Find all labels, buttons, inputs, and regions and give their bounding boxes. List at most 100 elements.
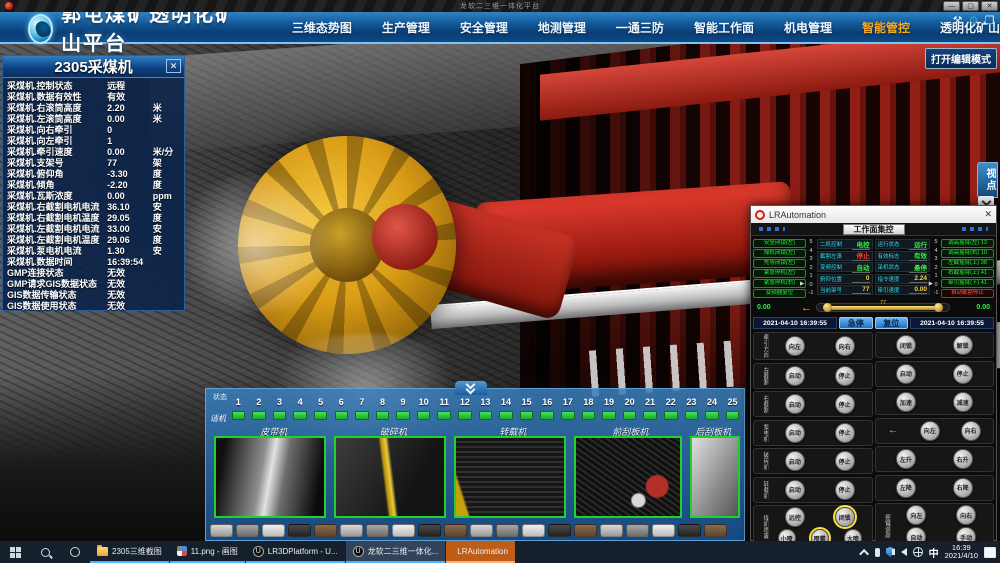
lr-control-button[interactable]: 调高摇臂(右) 10: [941, 249, 994, 258]
round-control-button[interactable]: 解锁: [953, 335, 973, 355]
channel-status-square[interactable]: [685, 411, 699, 420]
channel-status-square[interactable]: [726, 411, 740, 420]
close-button[interactable]: ✕: [981, 1, 998, 11]
channel-status-square[interactable]: [520, 411, 534, 420]
taskbar-task[interactable]: LRAutomation: [446, 541, 515, 563]
round-control-button[interactable]: 向左: [785, 336, 805, 356]
tray-network-icon[interactable]: [913, 547, 923, 557]
filmstrip-thumbnail[interactable]: [340, 524, 363, 537]
round-control-button[interactable]: 停止: [835, 451, 855, 471]
round-control-button[interactable]: 启动: [785, 394, 805, 414]
tray-usb-icon[interactable]: [875, 548, 880, 557]
filmstrip-thumbnail[interactable]: [210, 524, 233, 537]
nav-item[interactable]: 智能工作面: [694, 19, 754, 36]
round-control-button[interactable]: 左升: [896, 449, 916, 469]
lr-control-button[interactable]: 左截摇臂(上) 38: [941, 259, 994, 268]
filmstrip-thumbnail[interactable]: [652, 524, 675, 537]
filmstrip-thumbnail[interactable]: [626, 524, 649, 537]
shearer-position-slider[interactable]: 77: [816, 303, 950, 312]
filmstrip-thumbnail[interactable]: [444, 524, 467, 537]
channel-status-square[interactable]: [664, 411, 678, 420]
channel-status-square[interactable]: [396, 411, 410, 420]
channel-status-square[interactable]: [314, 411, 328, 420]
channel-status-square[interactable]: [582, 411, 596, 420]
channel-status-square[interactable]: [252, 411, 266, 420]
filmstrip-thumbnail[interactable]: [262, 524, 285, 537]
round-control-button[interactable]: 向左: [906, 505, 926, 525]
lr-control-button[interactable]: 变频器复位: [753, 289, 806, 298]
workface-control-tab[interactable]: 工作面集控: [843, 224, 905, 235]
lr-control-button[interactable]: 右截摇臂(上) 41: [941, 269, 994, 278]
camera-feed[interactable]: [574, 436, 682, 518]
viewpoint-tab[interactable]: 视点: [977, 162, 998, 198]
round-control-button[interactable]: 右升: [953, 449, 973, 469]
lr-control-button[interactable]: 牵引摇臂(下) 41: [941, 279, 994, 288]
channel-status-square[interactable]: [355, 411, 369, 420]
nav-item[interactable]: 机电管理: [784, 19, 832, 36]
taskbar-task[interactable]: 11.png - 画图: [170, 541, 245, 563]
taskbar-task[interactable]: U龙软二三维一体化...: [346, 541, 446, 563]
start-button[interactable]: [0, 541, 30, 563]
filmstrip-thumbnail[interactable]: [418, 524, 441, 537]
round-control-button[interactable]: 右降: [953, 478, 973, 498]
lr-control-button[interactable]: 煤机闭锁(左): [753, 249, 806, 258]
maximize-button[interactable]: ▢: [962, 1, 979, 11]
lr-close-icon[interactable]: ✕: [984, 209, 992, 220]
filmstrip-thumbnail[interactable]: [704, 524, 727, 537]
channel-status-square[interactable]: [623, 411, 637, 420]
restore-icon[interactable]: ❐: [983, 14, 996, 27]
channel-status-square[interactable]: [417, 411, 431, 420]
nav-item[interactable]: 地测管理: [538, 19, 586, 36]
round-control-button[interactable]: 向左: [920, 421, 940, 441]
filmstrip-thumbnail[interactable]: [470, 524, 493, 537]
filmstrip-thumbnail[interactable]: [496, 524, 519, 537]
taskbar-task[interactable]: ULR3DPlatform - U...: [246, 541, 345, 563]
search-button[interactable]: [30, 541, 60, 563]
round-control-button[interactable]: 加速: [896, 392, 916, 412]
channel-status-square[interactable]: [232, 411, 246, 420]
filmstrip-thumbnail[interactable]: [600, 524, 623, 537]
round-control-button[interactable]: 向右: [835, 336, 855, 356]
notification-center-button[interactable]: [984, 547, 996, 558]
reset-button[interactable]: 复位: [875, 317, 909, 329]
channel-status-square[interactable]: [376, 411, 390, 420]
close-icon[interactable]: ✕: [166, 59, 181, 73]
channel-status-square[interactable]: [437, 411, 451, 420]
filmstrip-thumbnail[interactable]: [548, 524, 571, 537]
estop-button[interactable]: 急停: [839, 317, 873, 329]
round-control-button[interactable]: 停止: [835, 394, 855, 414]
channel-status-square[interactable]: [479, 411, 493, 420]
open-edit-mode-button[interactable]: 打开编辑模式: [925, 48, 997, 69]
panel-collapse-chevron-icon[interactable]: [455, 381, 487, 395]
settings-gear-icon[interactable]: ⚙: [967, 14, 980, 27]
camera-feed[interactable]: [214, 436, 326, 518]
channel-status-square[interactable]: [705, 411, 719, 420]
round-control-button[interactable]: 启动: [785, 480, 805, 500]
round-control-button[interactable]: 减速: [953, 392, 973, 412]
camera-feed[interactable]: [334, 436, 446, 518]
taskbar-task[interactable]: 2305三维截图: [90, 541, 169, 563]
tools-icon[interactable]: ⚒: [951, 14, 964, 27]
round-control-button[interactable]: 停止: [835, 366, 855, 386]
filmstrip-thumbnail[interactable]: [392, 524, 415, 537]
camera-feed[interactable]: [454, 436, 566, 518]
channel-status-square[interactable]: [335, 411, 349, 420]
round-control-button[interactable]: 启动: [785, 366, 805, 386]
channel-status-square[interactable]: [273, 411, 287, 420]
round-control-button[interactable]: 左降: [896, 478, 916, 498]
lr-control-button[interactable]: 安全闭锁(左): [753, 239, 806, 248]
nav-item[interactable]: 一通三防: [616, 19, 664, 36]
lr-control-button[interactable]: 紧急停机(左): [753, 269, 806, 278]
filmstrip-thumbnail[interactable]: [678, 524, 701, 537]
round-control-button[interactable]: 向右: [956, 505, 976, 525]
cortana-button[interactable]: [60, 541, 90, 563]
camera-feed[interactable]: [690, 436, 740, 518]
nav-item[interactable]: 三维态势图: [292, 19, 352, 36]
round-control-button[interactable]: 停止: [953, 364, 973, 384]
tray-volume-icon[interactable]: [901, 548, 907, 556]
channel-status-square[interactable]: [458, 411, 472, 420]
minimize-button[interactable]: —: [943, 1, 960, 11]
channel-status-square[interactable]: [643, 411, 657, 420]
round-control-button[interactable]: 停止: [835, 480, 855, 500]
channel-status-square[interactable]: [499, 411, 513, 420]
